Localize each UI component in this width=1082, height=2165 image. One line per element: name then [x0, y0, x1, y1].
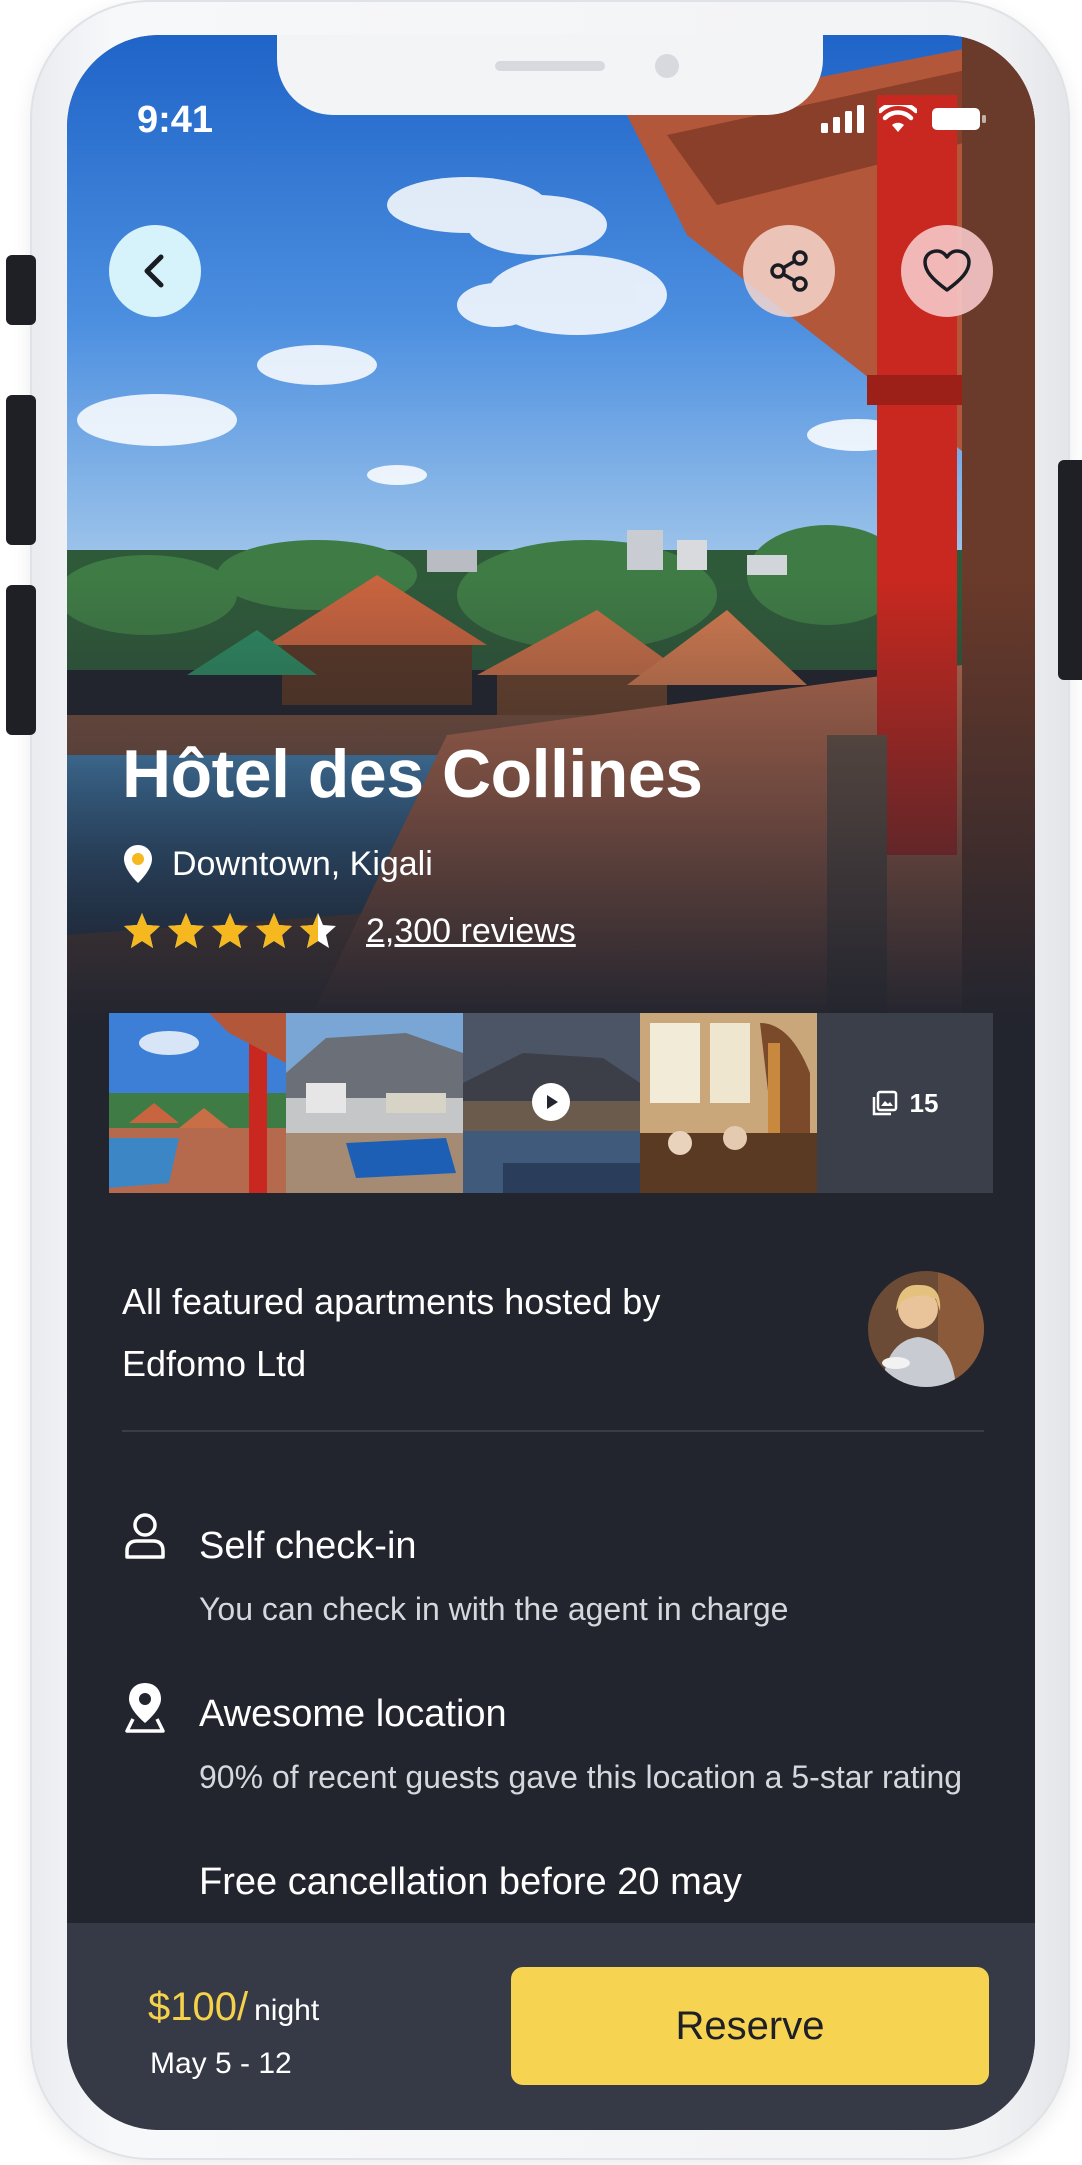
- host-text: All featured apartments hosted by Edfomo…: [122, 1281, 661, 1384]
- status-icons: [821, 105, 987, 133]
- host-avatar[interactable]: [868, 1271, 984, 1387]
- feature-title-self-checkin: Self check-in: [199, 1525, 417, 1567]
- status-time: 9:41: [137, 99, 214, 141]
- more-photos-count: 15: [909, 1087, 939, 1118]
- location-pin-icon: [124, 845, 152, 883]
- photo-gallery: 15: [109, 1013, 993, 1193]
- location-pin-icon: [125, 1683, 165, 1733]
- star-rating: [122, 911, 338, 951]
- star-icon: [300, 913, 336, 948]
- feature-desc-location: 90% of recent guests gave this location …: [199, 1759, 963, 1795]
- device-notch: [277, 35, 823, 115]
- share-button[interactable]: [743, 225, 835, 317]
- gallery-video-thumb[interactable]: [463, 1013, 640, 1193]
- gallery-thumb-4[interactable]: [640, 1013, 817, 1193]
- wifi-icon: [879, 105, 917, 132]
- section-divider: [122, 1430, 984, 1432]
- person-icon: [125, 1513, 165, 1559]
- feature-desc-self-checkin: You can check in with the agent in charg…: [199, 1591, 789, 1627]
- feature-title-cancellation: Free cancellation before 20 may: [199, 1861, 742, 1903]
- volume-up-button: [6, 395, 36, 545]
- heart-icon: [923, 249, 971, 292]
- play-icon: [532, 1083, 570, 1121]
- favorite-button[interactable]: [901, 225, 993, 317]
- star-icon: [124, 913, 160, 948]
- battery-icon: [932, 108, 986, 130]
- power-button: [1058, 460, 1082, 680]
- photo-gallery-icon: [872, 1090, 897, 1116]
- gallery-thumb-2[interactable]: [286, 1013, 463, 1193]
- reserve-button[interactable]: Reserve: [511, 1967, 989, 2085]
- feature-title-location: Awesome location: [199, 1693, 507, 1735]
- price-unit: night: [254, 1994, 320, 2027]
- reviews-link[interactable]: 2,300 reviews: [366, 912, 576, 951]
- price-value: $100/: [148, 1985, 249, 2029]
- chevron-left-icon: [144, 254, 164, 288]
- hotel-location: Downtown, Kigali: [122, 843, 433, 885]
- share-icon: [770, 250, 808, 292]
- rating-row: 2,300 reviews: [122, 911, 576, 951]
- mute-switch: [6, 255, 36, 325]
- star-icon: [168, 913, 204, 948]
- volume-down-button: [6, 585, 36, 735]
- gallery-thumb-1[interactable]: [109, 1013, 286, 1193]
- hotel-name: Hôtel des Collines: [122, 736, 703, 812]
- location-text: Downtown, Kigali: [172, 844, 433, 883]
- star-icon: [212, 913, 248, 948]
- back-button[interactable]: [109, 225, 201, 317]
- more-photos-button[interactable]: 15: [817, 1013, 993, 1193]
- booking-dates[interactable]: May 5 - 12: [150, 2047, 292, 2081]
- signal-icon: [821, 105, 864, 133]
- star-icon: [256, 913, 292, 948]
- app-screen: 9:41 Hôtel des Collines Downtown, Kigali…: [67, 35, 1035, 2130]
- price: $100/ night: [148, 1985, 319, 2030]
